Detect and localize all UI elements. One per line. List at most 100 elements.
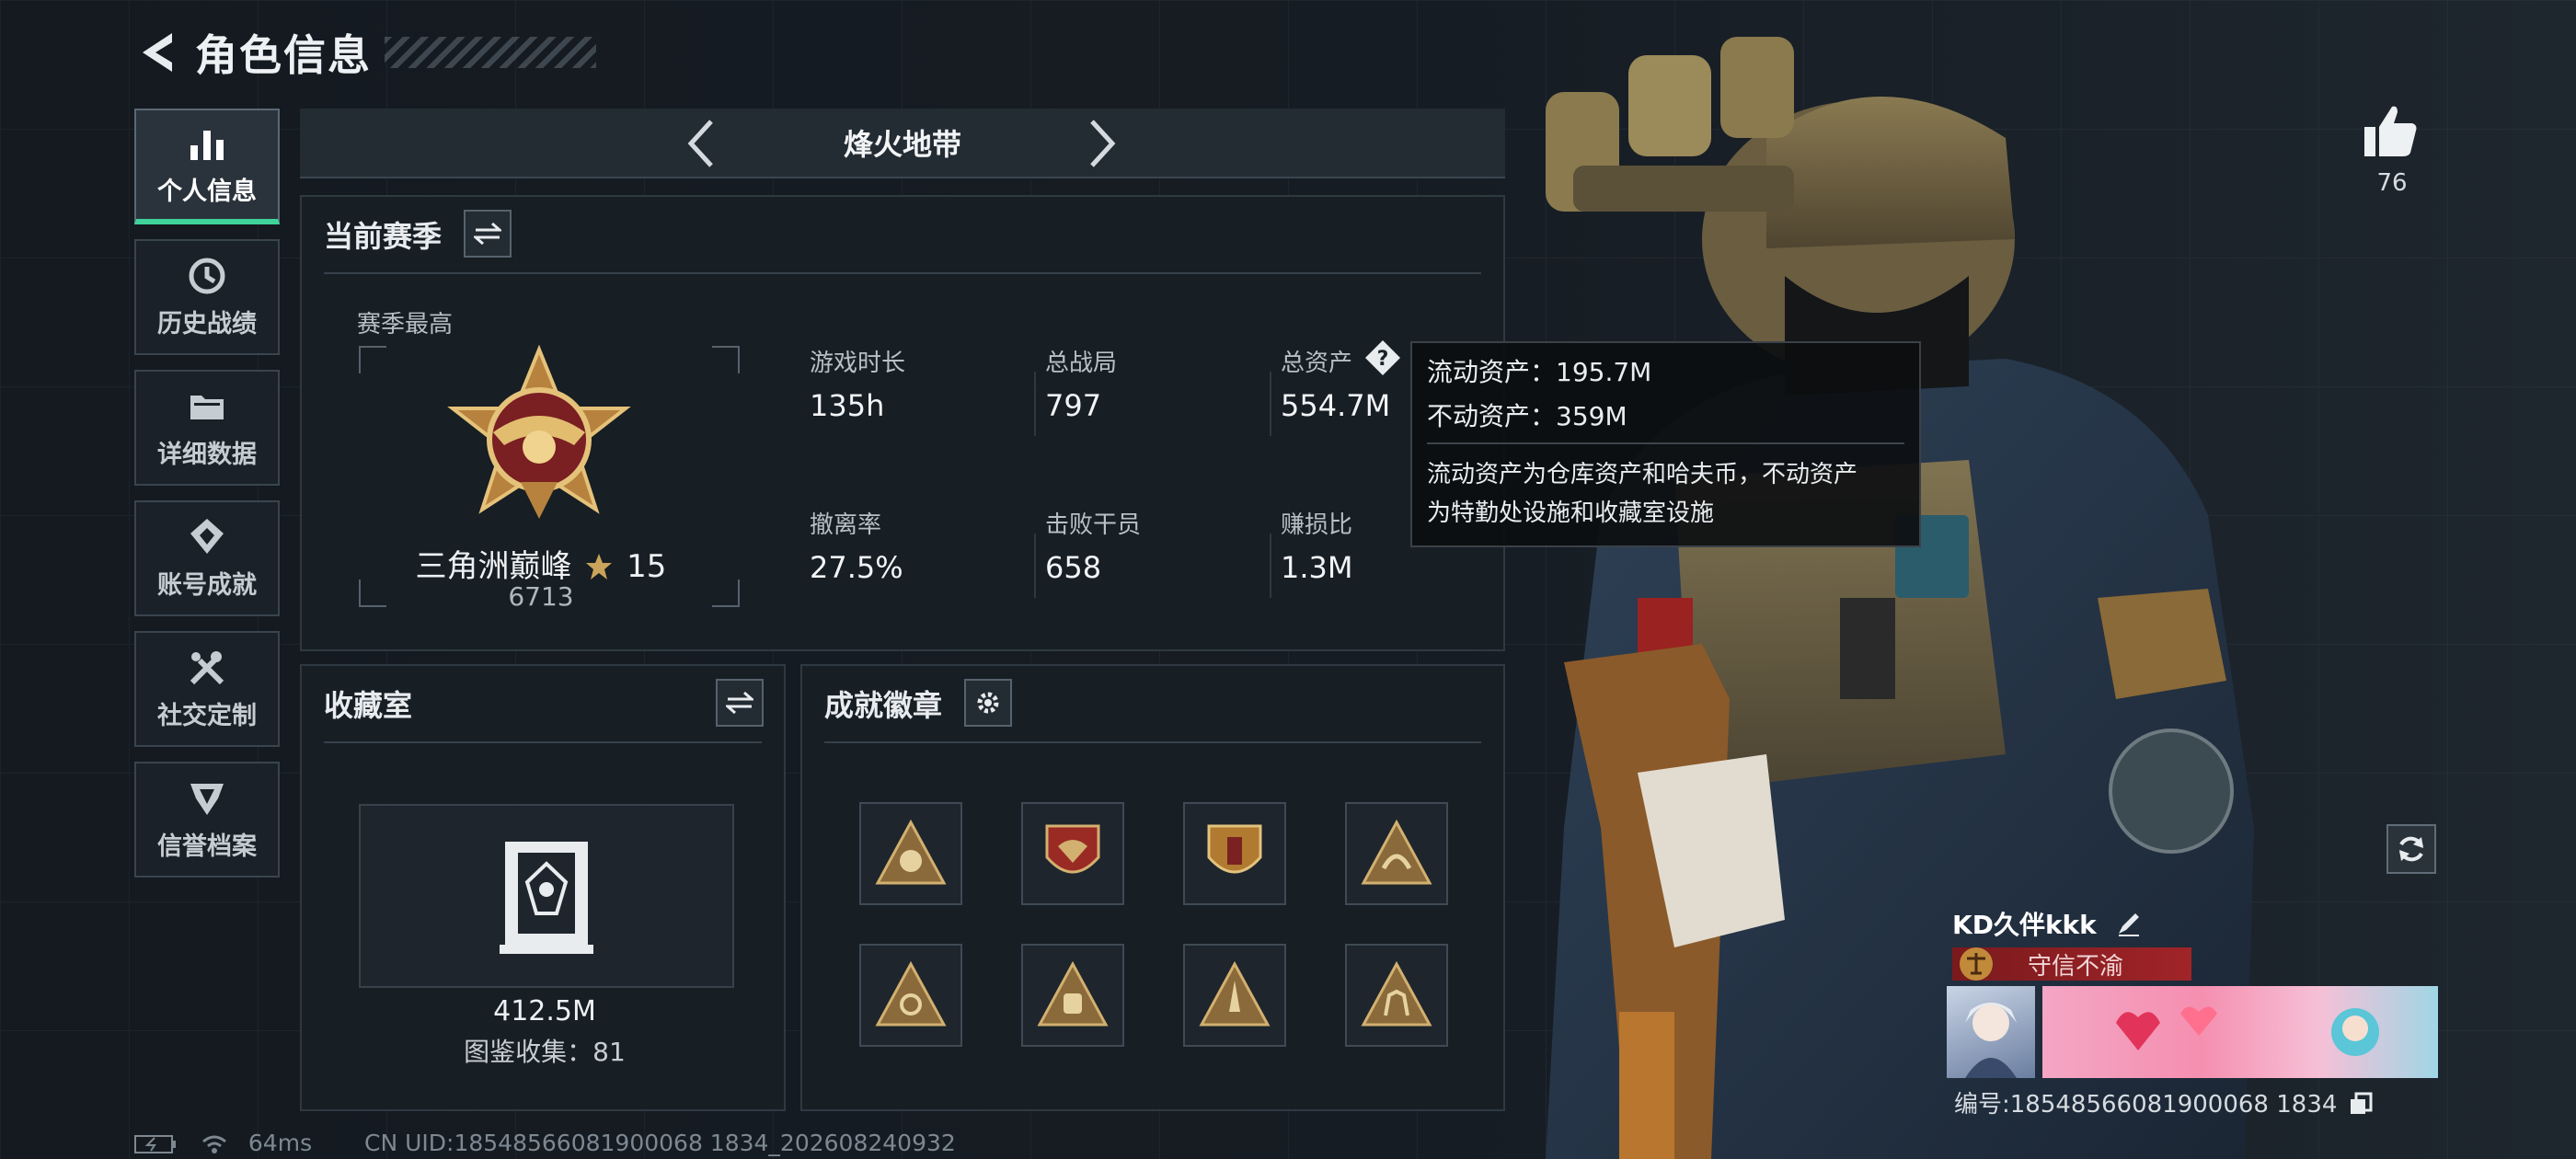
achievement-badge[interactable] (1183, 944, 1286, 1047)
player-name-row: KD久伴kkk (1952, 905, 2143, 942)
uid-text: CN UID:18548566081900068 1834_2026082409… (364, 1130, 956, 1156)
sidebar-item-achievements[interactable]: 账号成就 (134, 500, 280, 616)
sidebar: 个人信息 历史战绩 详细数据 账号成就 社交定制 信誉档案 (134, 109, 280, 892)
copy-icon[interactable] (2349, 1092, 2373, 1116)
divider (1034, 372, 1036, 436)
hearts-banner-icon (2116, 1006, 2379, 1056)
achievement-badge[interactable] (1021, 802, 1124, 905)
refresh-button[interactable] (2386, 824, 2436, 874)
display-case-icon (500, 842, 593, 954)
chevron-right-icon (1090, 120, 1116, 167)
achievement-badge[interactable] (1183, 802, 1286, 905)
scales-icon (1960, 947, 1993, 981)
wifi-icon (201, 1135, 226, 1153)
tooltip-fixed-assets: 不动资产：359M (1427, 401, 1627, 431)
tooltip-liquid-assets: 流动资产：195.7M (1427, 357, 1652, 387)
asset-help-button[interactable]: ? (1363, 339, 1402, 377)
frame-corner (359, 346, 386, 373)
asset-tooltip: 流动资产：195.7M 不动资产：359M 流动资产为仓库资产和哈夫币，不动资产… (1410, 341, 1921, 547)
sidebar-item-social-custom[interactable]: 社交定制 (134, 631, 280, 747)
chevron-left-icon (687, 120, 713, 167)
achievements-settings-button[interactable] (964, 679, 1012, 727)
stat-value: 658 (1045, 550, 1102, 585)
collection-value: 412.5M (493, 995, 596, 1027)
tools-icon (190, 650, 224, 684)
tooltip-description-line: 为特勤处设施和收藏室设施 (1427, 499, 1715, 527)
season-title: 当前赛季 (324, 219, 443, 254)
folder-icon (190, 395, 224, 419)
shield-emblem-badge-icon (1207, 824, 1262, 874)
edit-icon[interactable] (2115, 910, 2143, 937)
rank-score: 6713 (508, 581, 574, 612)
page-title: 角色信息 (195, 30, 372, 80)
swap-icon (474, 222, 501, 246)
triangle-beast-badge-icon (875, 960, 947, 1027)
achievements-panel: 成就徽章 (800, 664, 1505, 1111)
like-button[interactable] (2361, 101, 2420, 160)
collection-room-display[interactable] (359, 804, 734, 988)
thumbs-up-icon (2364, 106, 2417, 156)
gear-icon (977, 692, 999, 714)
sidebar-item-label: 账号成就 (157, 570, 257, 600)
star-icon (586, 554, 613, 580)
stat-value: 135h (810, 388, 885, 423)
shield-eagle-badge-icon (1045, 824, 1100, 874)
divider (324, 272, 1481, 274)
map-prev-button[interactable] (673, 116, 729, 171)
divider (824, 741, 1481, 743)
rank-name: 三角洲巅峰 (415, 548, 572, 585)
triangle-fist-badge-icon (1037, 960, 1109, 1027)
triangle-skull-badge-icon (875, 819, 947, 885)
divider (324, 741, 762, 743)
refresh-icon (2399, 836, 2423, 862)
triangle-dragon-badge-icon (1361, 819, 1432, 885)
achievement-badge[interactable] (1345, 802, 1448, 905)
rank-stars: 15 (627, 548, 667, 585)
avatar[interactable] (1947, 986, 2035, 1078)
avatar-portrait-icon (1965, 1003, 2017, 1078)
achievements-title: 成就徽章 (824, 688, 943, 723)
back-arrow-icon (143, 33, 172, 72)
ping-value: 64ms (247, 1130, 313, 1156)
collection-title: 收藏室 (324, 688, 413, 723)
battery-icon (134, 1135, 176, 1153)
sidebar-item-personal-info[interactable]: 个人信息 (134, 109, 280, 224)
divider (1034, 534, 1036, 598)
sidebar-item-label: 社交定制 (157, 701, 257, 730)
back-button[interactable] (129, 25, 184, 80)
achievement-badge[interactable] (859, 944, 962, 1047)
season-panel: 当前赛季 赛季最高 三角洲巅峰 15 6713 游戏时长 135h 总战局 79… (300, 195, 1505, 651)
sidebar-item-history[interactable]: 历史战绩 (134, 239, 280, 355)
map-next-button[interactable] (1075, 116, 1130, 171)
achievement-badge[interactable] (1021, 944, 1124, 1047)
character-illustration (1546, 37, 2254, 1159)
divider (1270, 534, 1271, 598)
reputation-tag: 守信不渝 (1952, 947, 2191, 981)
achievement-icon (190, 518, 224, 554)
like-count: 76 (2376, 169, 2408, 197)
stat-value: 27.5% (810, 550, 903, 585)
name-card-banner[interactable] (2042, 986, 2438, 1078)
achievement-badge[interactable] (1345, 944, 1448, 1047)
swap-icon (726, 691, 753, 715)
reputation-icon (190, 783, 224, 815)
triangle-soldiers-badge-icon (1361, 960, 1432, 1027)
stat-label: 游戏时长 (810, 350, 906, 377)
collection-switch-button[interactable] (716, 679, 764, 727)
bar-chart-icon (190, 130, 224, 160)
sidebar-item-detailed-data[interactable]: 详细数据 (134, 370, 280, 486)
sidebar-item-label: 历史战绩 (157, 309, 257, 339)
achievement-badge[interactable] (859, 802, 962, 905)
collection-panel: 收藏室 412.5M 图鉴收集：81 (300, 664, 786, 1111)
triangle-rocket-badge-icon (1199, 960, 1271, 1027)
reputation-tag-text: 守信不渝 (2028, 952, 2124, 981)
season-switch-button[interactable] (464, 210, 512, 258)
title-decoration (385, 37, 596, 68)
sidebar-item-reputation[interactable]: 信誉档案 (134, 762, 280, 878)
rank-line: 三角洲巅峰 15 (357, 541, 725, 586)
stat-label: 击败干员 (1045, 511, 1142, 539)
map-name: 烽火地带 (843, 127, 961, 162)
history-icon (189, 258, 225, 293)
stat-value: 797 (1045, 388, 1102, 423)
sidebar-item-label: 个人信息 (157, 177, 257, 206)
